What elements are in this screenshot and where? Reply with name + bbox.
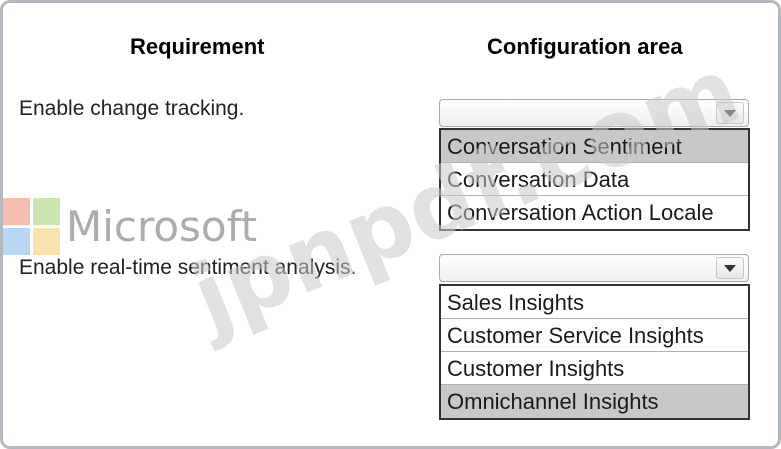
chevron-down-icon[interactable] xyxy=(716,257,744,279)
requirement-label-2: Enable real-time sentiment analysis. xyxy=(19,256,357,279)
option-customer-service-insights[interactable]: Customer Service Insights xyxy=(441,319,748,352)
configuration-dropdown-2[interactable] xyxy=(439,254,749,282)
watermark-logo-text: Microsoft xyxy=(66,202,258,251)
configuration-dropdown-1[interactable] xyxy=(439,99,749,127)
microsoft-watermark: Microsoft xyxy=(3,198,257,255)
options-list-2: Sales Insights Customer Service Insights… xyxy=(439,284,750,420)
option-customer-insights[interactable]: Customer Insights xyxy=(441,352,748,385)
option-conversation-data[interactable]: Conversation Data xyxy=(441,163,748,196)
option-omnichannel-insights[interactable]: Omnichannel Insights xyxy=(441,385,748,418)
option-sales-insights[interactable]: Sales Insights xyxy=(441,286,748,319)
requirement-label-1: Enable change tracking. xyxy=(19,97,245,120)
options-list-1: Conversation Sentiment Conversation Data… xyxy=(439,128,750,231)
option-conversation-sentiment[interactable]: Conversation Sentiment xyxy=(441,130,748,163)
configuration-area-header: Configuration area xyxy=(487,34,683,59)
microsoft-logo-icon xyxy=(3,198,60,255)
option-conversation-action-locale[interactable]: Conversation Action Locale xyxy=(441,196,748,229)
requirement-header: Requirement xyxy=(130,34,265,59)
chevron-down-icon[interactable] xyxy=(716,102,744,124)
question-panel: Requirement Configuration area Enable ch… xyxy=(0,0,781,449)
